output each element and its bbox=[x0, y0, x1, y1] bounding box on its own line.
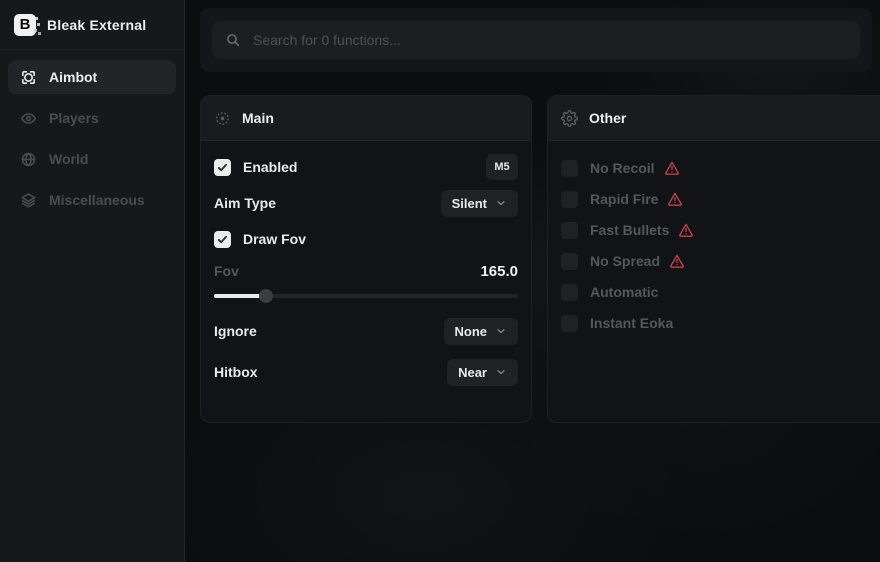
aim-type-label: Aim Type bbox=[214, 195, 276, 211]
panel-other: Other No Recoil Rapid Fire Fast Bullets bbox=[547, 95, 880, 423]
sidebar-item-players[interactable]: Players bbox=[8, 101, 176, 135]
search-icon bbox=[225, 32, 241, 48]
draw-fov-label: Draw Fov bbox=[243, 231, 306, 247]
panel-main: Main Enabled M5 Aim Type Silent bbox=[200, 95, 532, 423]
warning-icon bbox=[664, 160, 680, 176]
no-recoil-row: No Recoil bbox=[561, 157, 878, 179]
enabled-label: Enabled bbox=[243, 159, 297, 175]
no-recoil-checkbox[interactable] bbox=[561, 160, 578, 177]
sidebar-item-label: Players bbox=[49, 110, 99, 126]
warning-icon bbox=[667, 191, 683, 207]
fov-label: Fov bbox=[214, 263, 239, 279]
eye-icon bbox=[19, 109, 37, 127]
aim-type-value: Silent bbox=[452, 196, 487, 211]
enabled-checkbox[interactable] bbox=[214, 159, 231, 176]
sidebar-item-aimbot[interactable]: Aimbot bbox=[8, 60, 176, 94]
sidebar-nav: Aimbot Players World bbox=[0, 50, 184, 227]
sidebar-item-label: Aimbot bbox=[49, 69, 97, 85]
chevron-down-icon bbox=[495, 366, 507, 378]
ignore-row: Ignore None bbox=[214, 317, 518, 345]
search-input[interactable] bbox=[251, 31, 847, 49]
no-spread-checkbox[interactable] bbox=[561, 253, 578, 270]
no-spread-label: No Spread bbox=[590, 253, 660, 269]
layers-icon bbox=[19, 191, 37, 209]
fov-slider[interactable] bbox=[214, 289, 518, 303]
chevron-down-icon bbox=[495, 325, 507, 337]
fast-bullets-checkbox[interactable] bbox=[561, 222, 578, 239]
warning-icon bbox=[678, 222, 694, 238]
sidebar: B Bleak External Aimbot Players bbox=[0, 0, 185, 562]
ignore-dropdown[interactable]: None bbox=[444, 318, 519, 345]
automatic-checkbox[interactable] bbox=[561, 284, 578, 301]
app-title: Bleak External bbox=[47, 17, 146, 33]
warning-icon bbox=[669, 253, 685, 269]
panel-other-title: Other bbox=[589, 110, 626, 126]
fast-bullets-row: Fast Bullets bbox=[561, 219, 878, 241]
draw-fov-checkbox[interactable] bbox=[214, 231, 231, 248]
ignore-label: Ignore bbox=[214, 323, 257, 339]
hitbox-label: Hitbox bbox=[214, 364, 258, 380]
rapid-fire-checkbox[interactable] bbox=[561, 191, 578, 208]
sidebar-item-world[interactable]: World bbox=[8, 142, 176, 176]
instant-eoka-row: Instant Eoka bbox=[561, 312, 878, 334]
app-logo-icon: B bbox=[14, 14, 36, 36]
search-container bbox=[200, 8, 872, 72]
fast-bullets-label: Fast Bullets bbox=[590, 222, 669, 238]
globe-icon bbox=[19, 150, 37, 168]
fov-slider-fill bbox=[214, 294, 266, 298]
sidebar-item-miscellaneous[interactable]: Miscellaneous bbox=[8, 183, 176, 217]
automatic-row: Automatic bbox=[561, 281, 878, 303]
instant-eoka-checkbox[interactable] bbox=[561, 315, 578, 332]
fov-slider-thumb[interactable] bbox=[259, 289, 273, 303]
hitbox-row: Hitbox Near bbox=[214, 358, 518, 386]
instant-eoka-label: Instant Eoka bbox=[590, 315, 673, 331]
target-icon bbox=[214, 110, 231, 127]
rapid-fire-row: Rapid Fire bbox=[561, 188, 878, 210]
aim-type-dropdown[interactable]: Silent bbox=[441, 190, 518, 217]
hitbox-value: Near bbox=[458, 365, 487, 380]
gear-icon bbox=[561, 110, 578, 127]
sidebar-item-label: Miscellaneous bbox=[49, 192, 145, 208]
sidebar-item-label: World bbox=[49, 151, 88, 167]
panel-main-body: Enabled M5 Aim Type Silent Draw Fov Fov … bbox=[201, 141, 531, 398]
crosshair-icon bbox=[19, 68, 37, 86]
ignore-value: None bbox=[455, 324, 488, 339]
hitbox-dropdown[interactable]: Near bbox=[447, 359, 518, 386]
enabled-row: Enabled M5 bbox=[214, 153, 518, 181]
automatic-label: Automatic bbox=[590, 284, 658, 300]
panel-other-body: No Recoil Rapid Fire Fast Bullets No Spr… bbox=[548, 141, 880, 355]
enabled-keybind-button[interactable]: M5 bbox=[486, 154, 518, 180]
panel-main-header: Main bbox=[201, 96, 531, 141]
search-box[interactable] bbox=[212, 21, 860, 59]
no-recoil-label: No Recoil bbox=[590, 160, 655, 176]
no-spread-row: No Spread bbox=[561, 250, 878, 272]
draw-fov-row: Draw Fov bbox=[214, 225, 518, 253]
aim-type-row: Aim Type Silent bbox=[214, 189, 518, 217]
panel-main-title: Main bbox=[242, 110, 274, 126]
sidebar-header: B Bleak External bbox=[0, 0, 184, 50]
chevron-down-icon bbox=[495, 197, 507, 209]
fov-row: Fov 165.0 bbox=[214, 261, 518, 281]
rapid-fire-label: Rapid Fire bbox=[590, 191, 658, 207]
panel-other-header: Other bbox=[548, 96, 880, 141]
fov-value: 165.0 bbox=[480, 263, 518, 280]
